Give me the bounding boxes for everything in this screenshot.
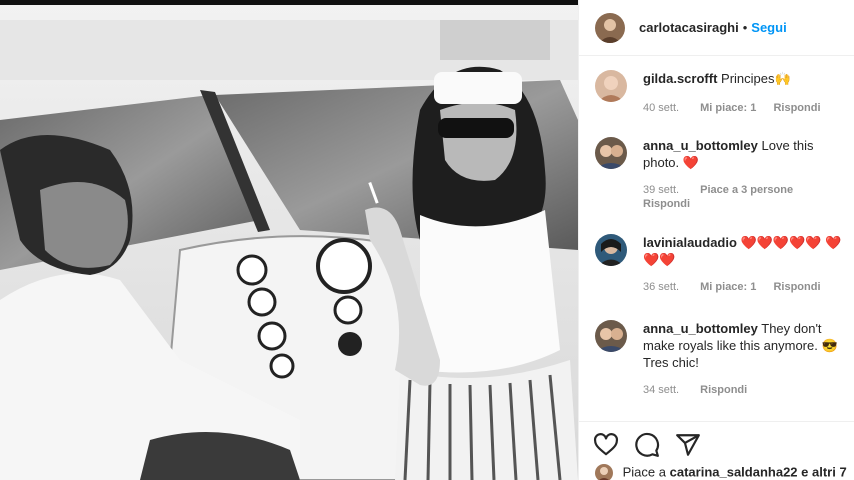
comment-time[interactable]: 34 sett. (643, 384, 679, 396)
reply-button[interactable]: Rispondi (773, 281, 820, 293)
likes-others[interactable]: e altri 7 (801, 464, 847, 479)
comment-likes[interactable]: Piace a 3 persone (700, 184, 793, 196)
list-item: anna_u_bottomley Love this photo. ❤️ 39 … (595, 137, 847, 211)
comment-time[interactable]: 40 sett. (643, 102, 679, 114)
comment-icon[interactable] (634, 432, 660, 458)
avatar[interactable] (595, 70, 627, 102)
comment-username[interactable]: lavinialaudadio (643, 235, 737, 250)
header-separator: • (742, 20, 748, 35)
avatar[interactable] (595, 320, 627, 352)
heart-emoji: ❤️ (682, 155, 699, 170)
comment-likes[interactable]: Mi piace: 1 (700, 102, 756, 114)
comment-username[interactable]: anna_u_bottomley (643, 138, 758, 153)
list-item: anna_u_bottomley They don't make royals … (595, 320, 847, 397)
likes-user[interactable]: catarina_saldanha22 (670, 464, 798, 479)
post-photo[interactable] (0, 0, 578, 480)
likes-prefix: Piace a (622, 464, 666, 480)
avatar[interactable] (595, 137, 627, 169)
comment-username[interactable]: anna_u_bottomley (643, 321, 758, 336)
comment-meta: 39 sett. Piace a 3 persone Rispondi (643, 183, 847, 211)
post-actions: Piace a catarina_saldanha22 e altri 7 (579, 421, 854, 480)
comment-meta: 40 sett. Mi piace: 1 Rispondi (643, 101, 847, 115)
list-item: lavinialaudadio ❤️❤️❤️❤️❤️ ❤️❤️❤️ 36 set… (595, 234, 847, 294)
comment-username[interactable]: gilda.scrofft (643, 71, 717, 86)
post-header: carlotacasiraghi • Segui (579, 0, 854, 56)
comment-time[interactable]: 39 sett. (643, 184, 679, 196)
follow-button[interactable]: Segui (751, 20, 786, 35)
instagram-post: carlotacasiraghi • Segui gilda.scrofft P… (0, 0, 854, 480)
action-icons (593, 432, 701, 458)
photo-top-edge (0, 0, 578, 5)
comment-time[interactable]: 36 sett. (643, 281, 679, 293)
reply-button[interactable]: Rispondi (700, 384, 747, 396)
avatar[interactable] (595, 12, 625, 43)
comment-text: anna_u_bottomley They don't make royals … (643, 320, 847, 371)
heart-icon[interactable] (593, 432, 619, 458)
avatar[interactable] (595, 464, 613, 480)
comment-meta: 36 sett. Mi piace: 1 Rispondi (643, 280, 847, 294)
post-side-panel: carlotacasiraghi • Segui gilda.scrofft P… (578, 0, 854, 480)
comment-meta: 34 sett. Rispondi (643, 383, 847, 397)
post-photo-image (0, 0, 578, 480)
reply-button[interactable]: Rispondi (643, 198, 690, 210)
comments-list[interactable]: gilda.scrofft Principes🙌 40 sett. Mi pia… (579, 57, 854, 421)
comment-text: anna_u_bottomley Love this photo. ❤️ (643, 137, 847, 171)
comment-likes[interactable]: Mi piace: 1 (700, 281, 756, 293)
likes-summary: Piace a catarina_saldanha22 e altri 7 (595, 464, 854, 480)
comment-text: gilda.scrofft Principes🙌 (643, 70, 847, 87)
reply-button[interactable]: Rispondi (773, 102, 820, 114)
post-username[interactable]: carlotacasiraghi (639, 20, 739, 35)
share-icon[interactable] (675, 432, 701, 458)
avatar[interactable] (595, 234, 627, 266)
comment-text: lavinialaudadio ❤️❤️❤️❤️❤️ ❤️❤️❤️ (643, 234, 847, 268)
comment-content: Principes🙌 (721, 71, 791, 86)
list-item: gilda.scrofft Principes🙌 40 sett. Mi pia… (595, 70, 847, 115)
